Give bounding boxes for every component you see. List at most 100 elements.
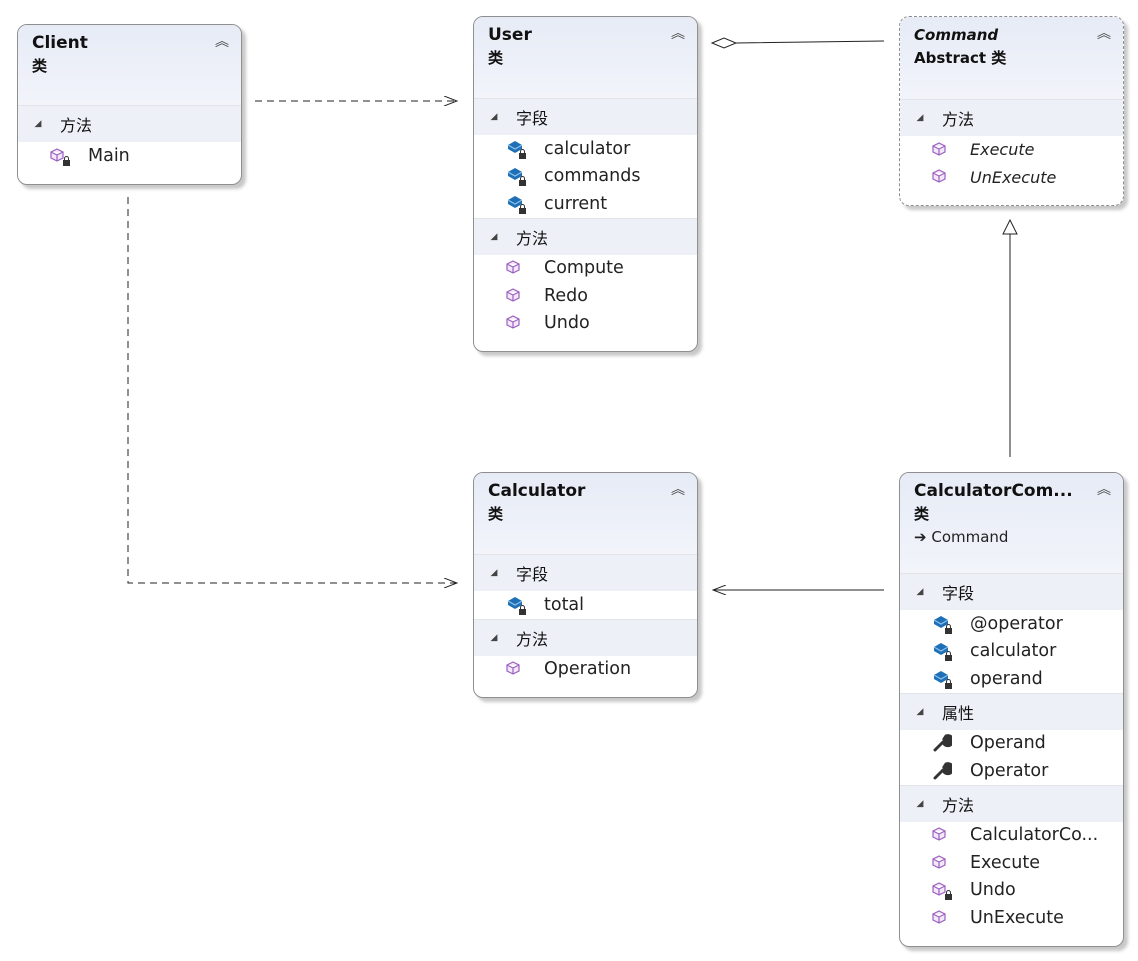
class-kind: 类 bbox=[914, 505, 930, 523]
method-private-icon bbox=[50, 146, 74, 166]
section-title: 字段 bbox=[942, 584, 975, 603]
member-item[interactable]: commands bbox=[474, 163, 697, 191]
field-private-icon bbox=[932, 641, 956, 662]
member-name: UnExecute bbox=[970, 907, 1064, 928]
class-box-command[interactable]: Command Abstract 类 ︽ ◢ 方法 Execute UnExecute bbox=[899, 16, 1124, 206]
section-header[interactable]: ◢ 方法 bbox=[18, 105, 241, 142]
member-item[interactable]: CalculatorCo... bbox=[900, 822, 1123, 850]
class-kind: 类 bbox=[488, 49, 504, 67]
class-kind: 类 bbox=[32, 57, 48, 75]
class-name: Client bbox=[32, 33, 88, 53]
inheritance-calculatorcommand-command bbox=[1002, 218, 1018, 457]
member-item[interactable]: current bbox=[474, 190, 697, 218]
section-header[interactable]: ◢ 字段 bbox=[474, 98, 697, 135]
section-header[interactable]: ◢ 字段 bbox=[900, 573, 1123, 610]
field-private-icon bbox=[506, 166, 530, 187]
double-chevron-up-icon[interactable]: ︽ bbox=[1097, 23, 1111, 43]
class-header[interactable]: Command Abstract 类 ︽ bbox=[900, 17, 1123, 99]
member-item[interactable]: calculator bbox=[474, 135, 697, 163]
class-box-calculator[interactable]: Calculator 类 ︽ ◢ 字段 total ◢ 方法 Operation bbox=[473, 472, 698, 698]
method-icon bbox=[506, 258, 530, 278]
method-private-icon bbox=[932, 880, 956, 901]
member-item[interactable]: Main bbox=[18, 142, 241, 170]
member-item[interactable]: Redo bbox=[474, 282, 697, 310]
class-name: User bbox=[488, 25, 532, 45]
class-header[interactable]: Client 类 ︽ bbox=[18, 25, 241, 105]
member-name: Undo bbox=[970, 880, 1016, 901]
class-header[interactable]: Calculator 类 ︽ bbox=[474, 473, 697, 554]
member-name: operand bbox=[970, 668, 1043, 689]
aggregation-user-command bbox=[710, 37, 885, 49]
member-name: current bbox=[544, 193, 608, 214]
section-header[interactable]: ◢ 属性 bbox=[900, 692, 1123, 730]
member-item[interactable]: calculator bbox=[900, 638, 1123, 666]
method-icon bbox=[932, 853, 956, 873]
section-header[interactable]: ◢ 方法 bbox=[900, 784, 1123, 822]
expanded-triangle-icon[interactable]: ◢ bbox=[900, 707, 934, 717]
field-private-icon bbox=[506, 139, 530, 159]
member-item[interactable]: Execute bbox=[900, 849, 1123, 877]
class-kind: 类 bbox=[488, 505, 504, 523]
class-box-user[interactable]: User 类 ︽ ◢ 字段 calculator commands current ◢ 方法 Co… bbox=[473, 16, 698, 352]
double-chevron-up-icon[interactable]: ︽ bbox=[671, 23, 685, 43]
member-name: Operand bbox=[970, 733, 1046, 754]
expanded-triangle-icon[interactable]: ◢ bbox=[474, 112, 508, 122]
section-header[interactable]: ◢ 方法 bbox=[474, 217, 697, 255]
section-header[interactable]: ◢ 方法 bbox=[474, 618, 697, 656]
member-name: UnExecute bbox=[970, 167, 1057, 187]
expanded-triangle-icon[interactable]: ◢ bbox=[474, 633, 508, 643]
section-title: 字段 bbox=[516, 565, 549, 584]
class-header[interactable]: User 类 ︽ bbox=[474, 17, 697, 98]
member-name: Operation bbox=[544, 659, 632, 680]
double-chevron-up-icon[interactable]: ︽ bbox=[671, 479, 685, 499]
member-name: total bbox=[544, 594, 585, 615]
member-item[interactable]: Undo bbox=[474, 310, 697, 338]
member-item[interactable]: Execute bbox=[900, 136, 1123, 164]
member-item[interactable]: Operator bbox=[900, 757, 1123, 785]
section-header[interactable]: ◢ 字段 bbox=[474, 554, 697, 591]
method-icon bbox=[506, 659, 530, 679]
section-title: 字段 bbox=[516, 109, 549, 128]
inherits-arrow-icon: ➔ bbox=[914, 528, 927, 546]
field-private-icon bbox=[506, 194, 530, 214]
expanded-triangle-icon[interactable]: ◢ bbox=[474, 568, 508, 578]
member-item[interactable]: Operand bbox=[900, 730, 1123, 758]
member-item[interactable]: UnExecute bbox=[900, 164, 1123, 192]
section-title: 属性 bbox=[942, 703, 975, 723]
member-item[interactable]: @operator bbox=[900, 610, 1123, 638]
member-name: commands bbox=[544, 166, 641, 187]
member-item[interactable]: Undo bbox=[900, 877, 1123, 905]
class-box-calculator-command[interactable]: CalculatorCom... 类 ➔ Command ︽ ◢ 字段 @operator… bbox=[899, 472, 1124, 947]
member-name: Operator bbox=[970, 760, 1049, 781]
method-icon bbox=[506, 286, 530, 306]
base-class-name: Command bbox=[931, 528, 1009, 546]
section-title: 方法 bbox=[60, 116, 93, 135]
expanded-triangle-icon[interactable]: ◢ bbox=[900, 113, 934, 123]
double-chevron-up-icon[interactable]: ︽ bbox=[1097, 479, 1111, 499]
class-kind: Abstract 类 bbox=[914, 49, 1007, 67]
expanded-triangle-icon[interactable]: ◢ bbox=[18, 119, 52, 129]
expanded-triangle-icon[interactable]: ◢ bbox=[900, 587, 934, 597]
member-name: @operator bbox=[970, 613, 1063, 634]
member-item[interactable]: Operation bbox=[474, 656, 697, 684]
member-item[interactable]: operand bbox=[900, 665, 1123, 693]
member-item[interactable]: UnExecute bbox=[900, 904, 1123, 932]
expanded-triangle-icon[interactable]: ◢ bbox=[900, 799, 934, 809]
member-name: calculator bbox=[970, 641, 1057, 662]
class-name: Command bbox=[914, 26, 999, 44]
member-name: Main bbox=[88, 145, 130, 166]
method-icon bbox=[932, 167, 956, 187]
class-header[interactable]: CalculatorCom... 类 ➔ Command ︽ bbox=[900, 473, 1123, 573]
class-box-client[interactable]: Client 类 ︽ ◢ 方法 Main bbox=[17, 24, 242, 185]
member-item[interactable]: Compute bbox=[474, 255, 697, 283]
base-class: ➔ Command bbox=[914, 525, 1109, 549]
field-private-icon bbox=[932, 669, 956, 689]
member-item[interactable]: total bbox=[474, 591, 697, 619]
section-header[interactable]: ◢ 方法 bbox=[900, 99, 1123, 136]
member-name: Execute bbox=[970, 852, 1040, 873]
expanded-triangle-icon[interactable]: ◢ bbox=[474, 232, 508, 242]
method-icon bbox=[506, 313, 530, 333]
class-name: CalculatorCom... bbox=[914, 481, 1073, 501]
field-private-icon bbox=[506, 595, 530, 615]
double-chevron-up-icon[interactable]: ︽ bbox=[215, 31, 229, 51]
